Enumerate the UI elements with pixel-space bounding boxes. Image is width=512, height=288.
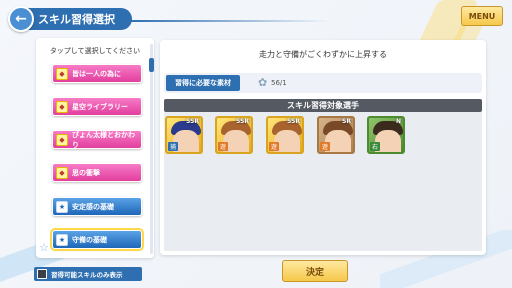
position-badge: 遊 xyxy=(320,142,330,151)
rarity-badge: SSR xyxy=(287,118,300,125)
star-icon: ★ xyxy=(56,200,68,213)
skill-gem-icon: ◆ xyxy=(56,100,68,113)
skill-button[interactable]: ★ 安定感の基礎 xyxy=(52,197,142,216)
player-card[interactable]: SSR 遊 xyxy=(266,116,304,154)
learnable-only-toggle[interactable]: 習得可能スキルのみ表示 xyxy=(34,267,142,281)
skill-list-hint: タップして選択してください xyxy=(49,47,141,55)
player-card[interactable]: N 右 xyxy=(367,116,405,154)
material-item-icon: ✿ xyxy=(258,76,268,89)
skill-button-selected[interactable]: ★ 守備の基礎 xyxy=(50,228,144,251)
rarity-badge: N xyxy=(395,118,401,125)
decide-button[interactable]: 決定 xyxy=(282,260,348,282)
materials-count: 56/1 xyxy=(271,79,287,87)
arrow-left-icon: ← xyxy=(15,11,27,27)
player-card[interactable]: SR 遊 xyxy=(317,116,355,154)
skill-label: ぴょん太様とおかわり xyxy=(72,130,135,149)
skill-label: 守備の基礎 xyxy=(72,235,107,244)
skill-button[interactable]: ◆ 星空ライブラリー xyxy=(52,97,142,116)
skill-label: 星空ライブラリー xyxy=(72,102,128,111)
skill-list-scrollbar[interactable] xyxy=(150,44,153,254)
skill-gem-icon: ◆ xyxy=(56,133,68,146)
page-title: スキル習得選択 xyxy=(22,8,132,30)
skill-gem-icon: ◆ xyxy=(56,166,68,179)
position-badge: 捕 xyxy=(168,142,178,151)
position-badge: 遊 xyxy=(269,142,279,151)
back-button[interactable]: ← xyxy=(8,6,34,32)
skill-label: 皆は一人の為に xyxy=(72,69,121,78)
skill-button[interactable]: ◆ 皆は一人の為に xyxy=(52,64,142,83)
skill-description: 走力と守備がごくわずかに上昇する xyxy=(259,50,387,59)
materials-label: 習得に必要な素材 xyxy=(166,75,240,91)
checkbox-icon xyxy=(37,269,47,279)
rarity-badge: SR xyxy=(342,118,351,125)
title-underline xyxy=(130,20,330,22)
skill-button[interactable]: ◆ ぴょん太様とおかわり xyxy=(52,130,142,149)
player-card[interactable]: SSR 遊 xyxy=(215,116,253,154)
position-badge: 遊 xyxy=(218,142,228,151)
sparkle-icon: ☆ xyxy=(39,241,49,254)
menu-button[interactable]: MENU xyxy=(461,6,503,26)
star-icon: ★ xyxy=(56,233,68,246)
player-card[interactable]: SSR 捕 xyxy=(165,116,203,154)
rarity-badge: SSR xyxy=(186,118,199,125)
toggle-label: 習得可能スキルのみ表示 xyxy=(51,271,123,279)
skill-label: 思の衝撃 xyxy=(72,168,100,177)
skill-button[interactable]: ◆ 思の衝撃 xyxy=(52,163,142,182)
skill-label: 安定感の基礎 xyxy=(72,202,114,211)
skill-gem-icon: ◆ xyxy=(56,67,68,80)
rarity-badge: SSR xyxy=(236,118,249,125)
position-badge: 右 xyxy=(370,142,380,151)
skill-list-scroll-thumb[interactable] xyxy=(149,58,154,72)
target-players-header: スキル習得対象選手 xyxy=(164,99,482,112)
